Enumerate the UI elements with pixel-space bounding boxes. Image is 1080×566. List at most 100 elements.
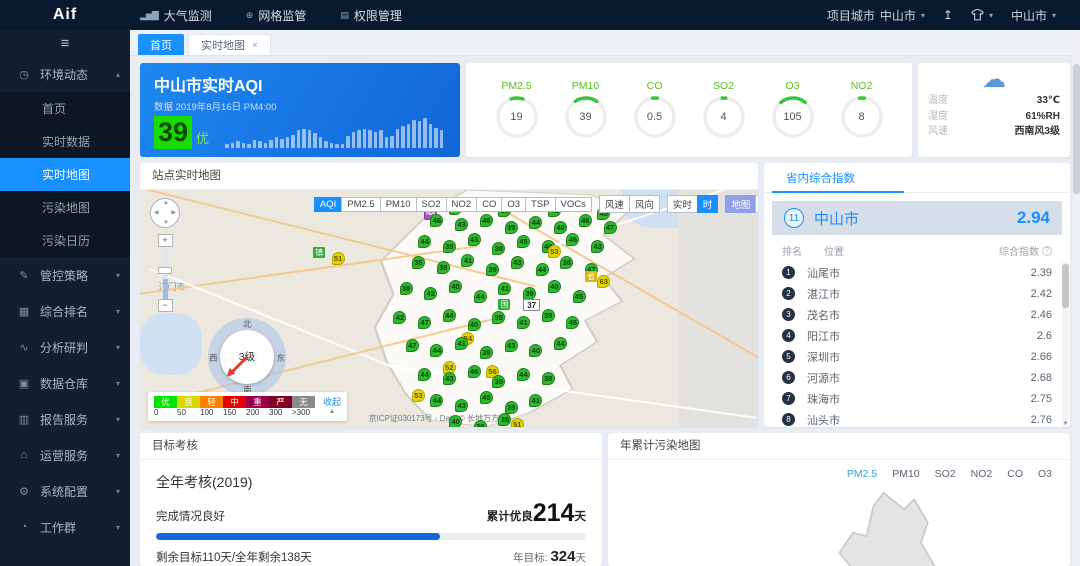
station-marker[interactable]: 40: [449, 415, 462, 427]
station-marker[interactable]: 51: [332, 252, 345, 265]
scroll-down-icon[interactable]: ▼: [1062, 421, 1069, 427]
pollution-tab-O3[interactable]: O3: [1038, 468, 1052, 480]
station-marker[interactable]: 43: [591, 240, 604, 253]
station-marker[interactable]: 39: [505, 401, 518, 414]
page-scrollbar[interactable]: [1073, 30, 1080, 566]
pollution-tab-SO2[interactable]: SO2: [935, 468, 956, 480]
map-pollutant-button-TSP[interactable]: TSP: [525, 197, 555, 212]
map-pollutant-button-VOCs[interactable]: VOCs: [555, 197, 592, 212]
ranking-row[interactable]: 1汕尾市2.39: [764, 262, 1060, 283]
pan-left-icon[interactable]: ◀: [154, 209, 159, 216]
station-marker[interactable]: 38: [437, 261, 450, 274]
station-marker[interactable]: 53: [412, 389, 425, 402]
sidebar-item-分析研判[interactable]: ∿分析研判▾: [0, 329, 130, 365]
sidebar-subitem-首页[interactable]: 首页: [0, 92, 130, 125]
station-marker[interactable]: 43: [505, 339, 518, 352]
station-type-badge-国[interactable]: 国: [498, 299, 510, 310]
top-nav-item-大气监测[interactable]: ▂▅▇大气监测: [140, 7, 212, 24]
close-tab-icon[interactable]: ×: [252, 40, 258, 51]
map-layer-button-地图[interactable]: 地图: [725, 195, 756, 213]
station-marker[interactable]: 53: [548, 245, 561, 258]
station-marker[interactable]: 39: [443, 240, 456, 253]
station-marker[interactable]: 47: [604, 221, 617, 234]
map-time-button-实时[interactable]: 实时: [667, 195, 698, 213]
map-pollutant-button-CO[interactable]: CO: [476, 197, 502, 212]
map-layer-button-卫星[interactable]: 卫星: [755, 195, 758, 213]
share-icon[interactable]: ↥: [943, 8, 953, 22]
station-marker[interactable]: 38: [400, 282, 413, 295]
station-marker[interactable]: 45: [573, 290, 586, 303]
station-marker[interactable]: 39: [542, 309, 555, 322]
station-marker[interactable]: 46: [480, 214, 493, 227]
map-pollutant-button-PM2.5[interactable]: PM2.5: [341, 197, 380, 212]
ranking-row[interactable]: 6河源市2.68: [764, 367, 1060, 388]
page-scrollbar-thumb[interactable]: [1073, 64, 1080, 194]
sidebar-item-运营服务[interactable]: ⌂运营服务▾: [0, 437, 130, 473]
pan-down-icon[interactable]: ▼: [163, 220, 169, 226]
station-marker[interactable]: 44: [418, 368, 431, 381]
sidebar-subitem-实时地图[interactable]: 实时地图: [0, 158, 130, 191]
map-pollutant-button-NO2[interactable]: NO2: [446, 197, 478, 212]
station-marker[interactable]: 37: [523, 299, 540, 311]
ranking-row[interactable]: 8汕头市2.76: [764, 409, 1060, 427]
ranking-row[interactable]: 7珠海市2.75: [764, 388, 1060, 409]
map-pollutant-button-SO2[interactable]: SO2: [416, 197, 447, 212]
ranking-row[interactable]: 2湛江市2.42: [764, 283, 1060, 304]
station-marker[interactable]: 51: [511, 418, 524, 427]
pollution-tab-PM10[interactable]: PM10: [892, 468, 919, 480]
sidebar-subitem-实时数据[interactable]: 实时数据: [0, 125, 130, 158]
ranking-row[interactable]: 5深圳市2.66: [764, 346, 1060, 367]
station-marker[interactable]: 46: [468, 365, 481, 378]
sidebar-item-综合排名[interactable]: ▦综合排名▾: [0, 293, 130, 329]
station-marker[interactable]: 47: [406, 339, 419, 352]
pollution-tab-PM2.5[interactable]: PM2.5: [847, 468, 877, 480]
station-marker[interactable]: 44: [517, 368, 530, 381]
station-marker[interactable]: 44: [474, 290, 487, 303]
station-marker[interactable]: 46: [579, 214, 592, 227]
list-scrollbar-thumb[interactable]: [1062, 264, 1069, 308]
tab-province-index[interactable]: 省内综合指数: [786, 170, 855, 186]
sidebar-item-工作群[interactable]: ◔工作群▾: [0, 509, 130, 545]
city-dropdown[interactable]: 中山市 ▾: [1011, 7, 1056, 24]
sidebar-collapse-icon[interactable]: ≡: [0, 30, 130, 56]
map-pan-compass[interactable]: ▲ ▼ ◀ ▶: [150, 198, 180, 228]
station-marker[interactable]: 43: [455, 399, 468, 412]
station-marker[interactable]: 40: [449, 280, 462, 293]
tab-home[interactable]: 首页: [138, 34, 184, 55]
pollution-tab-CO[interactable]: CO: [1007, 468, 1023, 480]
theme-dropdown[interactable]: ▾: [971, 9, 993, 21]
station-marker[interactable]: 44: [554, 337, 567, 350]
legend-collapse-button[interactable]: 收起 ▲: [323, 396, 341, 417]
sidebar-subitem-污染地图[interactable]: 污染地图: [0, 191, 130, 224]
sidebar-item-数据仓库[interactable]: ▣数据仓库▾: [0, 365, 130, 401]
list-scrollbar[interactable]: ▼: [1062, 262, 1069, 427]
map-time-button-时[interactable]: 时: [697, 195, 719, 213]
map-pollutant-button-AQI[interactable]: AQI: [314, 197, 342, 212]
current-city-row[interactable]: 11 中山市 2.94: [772, 201, 1062, 235]
station-marker[interactable]: 46: [566, 233, 579, 246]
ranking-row[interactable]: 4阳江市2.6: [764, 325, 1060, 346]
help-icon[interactable]: ?: [1042, 246, 1052, 256]
zoom-in-button[interactable]: +: [158, 234, 173, 247]
station-type-badge-省[interactable]: 省: [585, 271, 597, 282]
station-map[interactable]: 江门市 AQIPM2.5PM10SO2NO2COO3TSPVOCs风速风向实时时…: [140, 190, 758, 427]
station-marker[interactable]: 44: [536, 263, 549, 276]
ranking-row[interactable]: 3茂名市2.46: [764, 304, 1060, 325]
station-marker[interactable]: 40: [468, 318, 481, 331]
map-wind-button-风向[interactable]: 风向: [629, 195, 660, 213]
pollution-tab-NO2[interactable]: NO2: [971, 468, 993, 480]
station-marker[interactable]: 46: [566, 316, 579, 329]
project-city-dropdown[interactable]: 项目城市 中山市 ▾: [827, 7, 925, 24]
sidebar-item-报告服务[interactable]: ▥报告服务▾: [0, 401, 130, 437]
station-marker[interactable]: 43: [468, 233, 481, 246]
station-marker[interactable]: 40: [548, 280, 561, 293]
top-nav-item-网格监管[interactable]: ⊕网格监管: [246, 7, 307, 24]
map-pollutant-button-O3[interactable]: O3: [501, 197, 526, 212]
pan-right-icon[interactable]: ▶: [171, 209, 176, 216]
map-pollutant-button-PM10[interactable]: PM10: [380, 197, 417, 212]
station-marker[interactable]: 39: [474, 420, 487, 427]
station-type-badge-镇[interactable]: 镇: [313, 247, 325, 258]
station-marker[interactable]: 47: [418, 316, 431, 329]
station-marker[interactable]: 45: [517, 235, 530, 248]
top-nav-item-权限管理[interactable]: ▤权限管理: [340, 7, 402, 24]
